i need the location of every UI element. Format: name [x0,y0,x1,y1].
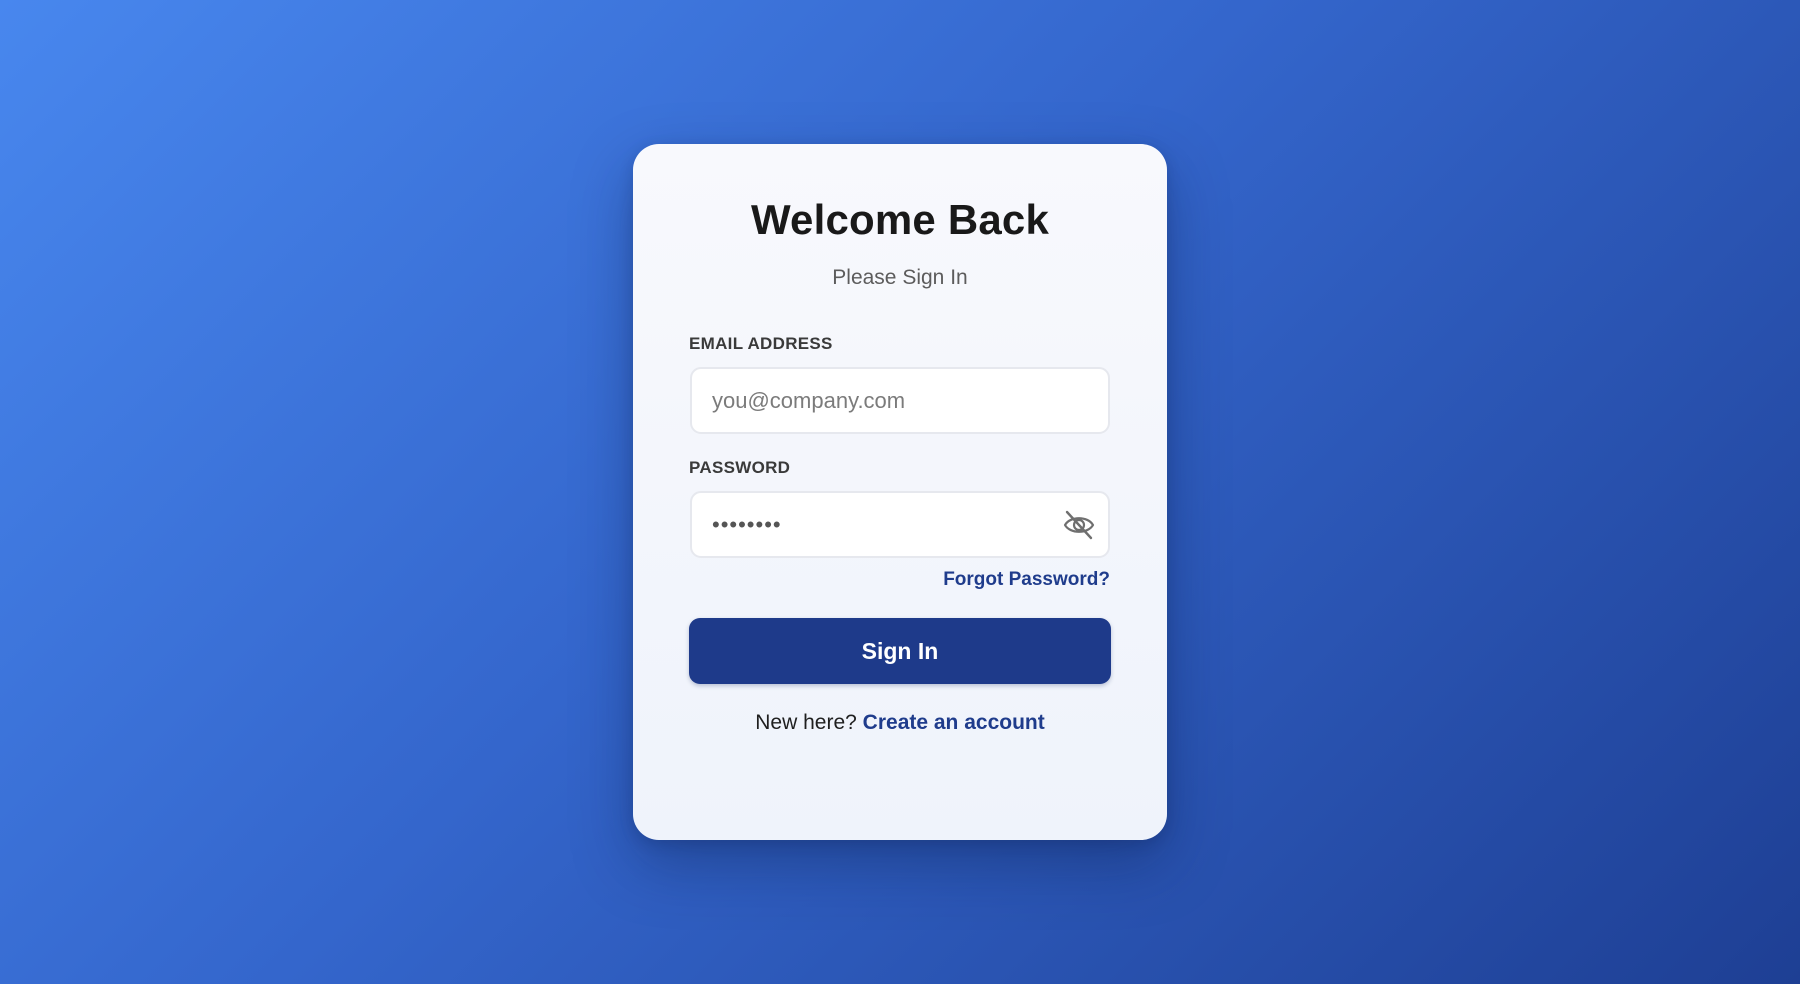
email-field[interactable] [712,369,1072,432]
password-field[interactable] [712,493,1032,556]
page-subtitle: Please Sign In [832,266,968,289]
signup-prompt-text: New here? [755,711,857,734]
email-field-container [690,367,1110,434]
eye-off-icon[interactable] [1062,509,1096,541]
forgot-password-link[interactable]: Forgot Password? [943,569,1110,591]
page-title: Welcome Back [750,196,1050,243]
email-label: EMAIL ADDRESS [689,334,833,353]
password-label: PASSWORD [689,458,791,477]
create-account-link[interactable]: Create an account [863,711,1045,734]
signup-prompt: New here? Create an account [633,711,1167,735]
sign-in-button[interactable]: Sign In [689,618,1111,684]
password-field-container [690,491,1110,558]
login-card: Welcome Back Please Sign In EMAIL ADDRES… [633,144,1167,840]
